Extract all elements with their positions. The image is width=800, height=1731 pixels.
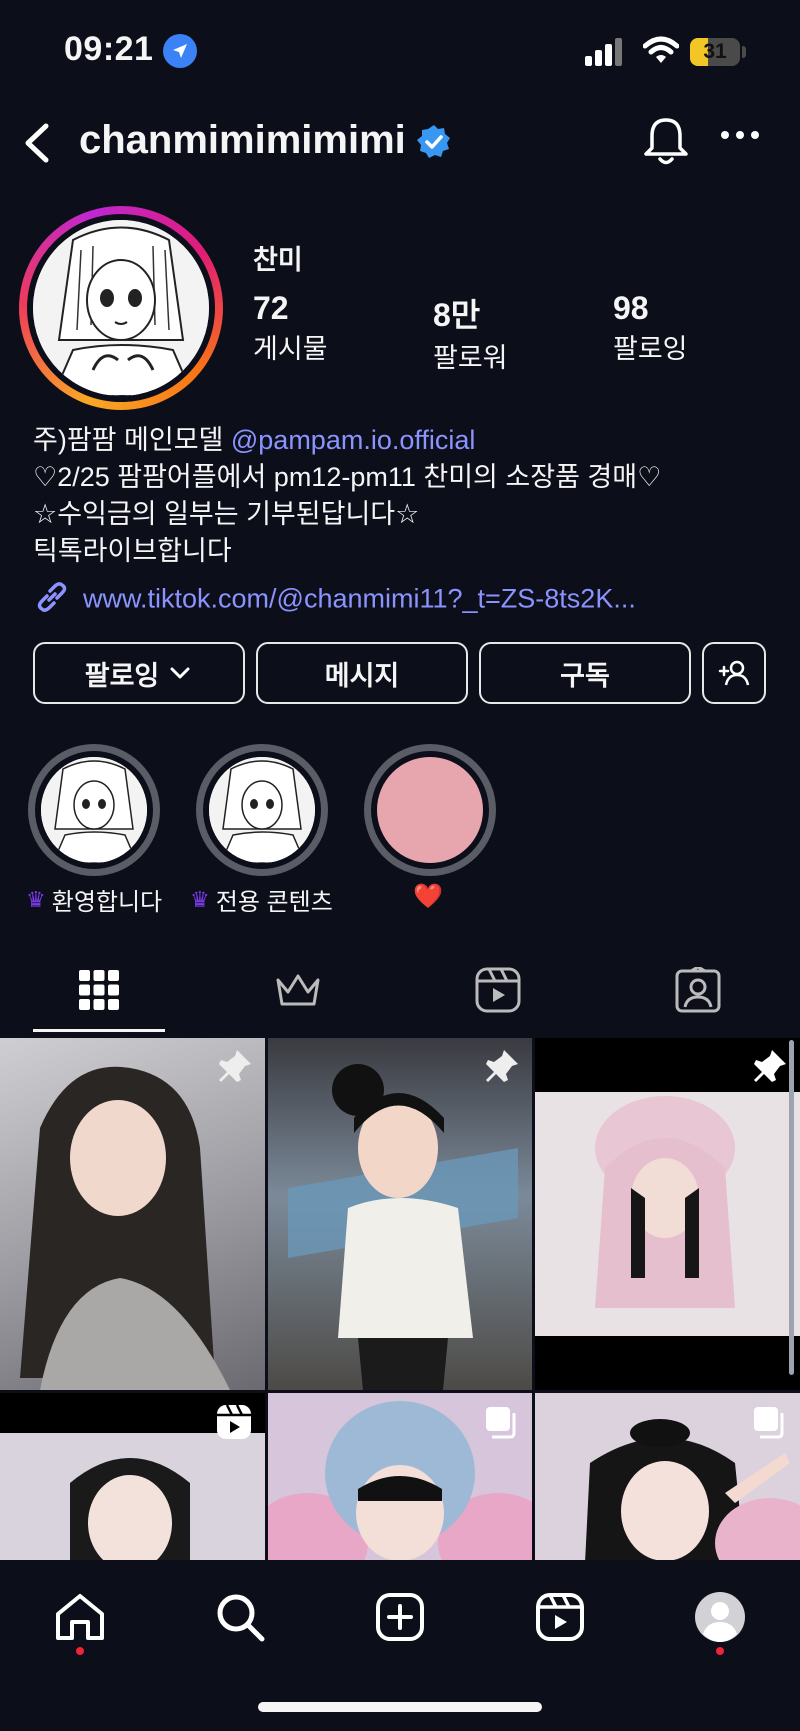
- highlight-label-2: ♛ 전용 콘텐츠: [190, 886, 333, 917]
- battery-level: 31: [703, 40, 727, 63]
- tab-posts[interactable]: [59, 960, 139, 1020]
- post-photo: [20, 1066, 230, 1390]
- bio-line-4: 틱톡라이브합니다: [33, 536, 232, 566]
- following-stat[interactable]: 98 팔로잉: [613, 290, 688, 366]
- subscribe-button-label: 구독: [560, 660, 610, 691]
- nav-home[interactable]: [48, 1585, 112, 1649]
- bio-line-3: ☆수익금의 일부는 기부된답니다☆: [33, 499, 420, 529]
- profile-username: chanmimimimimi: [79, 118, 406, 162]
- home-indicator[interactable]: [258, 1702, 542, 1712]
- highlight-cover-3[interactable]: [377, 757, 483, 863]
- posts-label: 게시물: [253, 334, 328, 364]
- reels-icon: [536, 1593, 584, 1641]
- pin-icon: [754, 1050, 786, 1082]
- battery-tip: [742, 46, 746, 58]
- posts-count: 72: [253, 290, 289, 326]
- display-name: 찬미: [253, 245, 303, 275]
- post-photo: [288, 1064, 518, 1390]
- status-time: 09:21: [64, 30, 154, 68]
- post-thumbnail[interactable]: [0, 1038, 265, 1390]
- wifi-icon: [642, 36, 680, 71]
- chevron-down-icon: [170, 667, 190, 679]
- message-button-label: 메시지: [324, 660, 400, 691]
- bio-mention-link[interactable]: @pampam.io.official: [231, 425, 476, 455]
- nav-reels[interactable]: [528, 1585, 592, 1649]
- following-label: 팔로잉: [613, 334, 688, 364]
- link-text: www.tiktok.com/@chanmimi11?_t=ZS-8ts2K..…: [83, 583, 636, 614]
- location-arrow-icon: [163, 34, 197, 68]
- nav-profile[interactable]: [688, 1585, 752, 1649]
- profile-notification-dot: [716, 1647, 724, 1655]
- crown-icon: [276, 974, 320, 1006]
- followers-label: 팔로워: [433, 343, 508, 373]
- post-photo: [535, 1092, 800, 1336]
- suggested-users-button[interactable]: [702, 642, 766, 704]
- posts-stat[interactable]: 72 게시물: [253, 290, 328, 366]
- followers-count: 8만: [433, 297, 481, 333]
- verified-badge-icon: [416, 124, 452, 165]
- post-thumbnail[interactable]: [268, 1393, 532, 1563]
- carousel-icon: [754, 1407, 784, 1439]
- message-button[interactable]: 메시지: [256, 642, 468, 704]
- bell-icon: [644, 118, 688, 165]
- profile-avatar-icon: [695, 1592, 745, 1642]
- following-button-label: 팔로잉: [84, 660, 160, 691]
- highlight-cover-1[interactable]: [41, 757, 147, 863]
- add-post-icon: [376, 1593, 424, 1641]
- notification-bell-button[interactable]: [640, 114, 692, 173]
- post-thumbnail[interactable]: [535, 1038, 800, 1390]
- bio-line-2: ♡2/25 팜팜어플에서 pm12-pm11 찬미의 소장품 경매♡: [33, 462, 662, 492]
- reels-icon: [475, 967, 521, 1013]
- active-tab-indicator: [33, 1029, 165, 1032]
- post-thumbnail[interactable]: [535, 1393, 800, 1563]
- tab-reels[interactable]: [458, 960, 538, 1020]
- post-thumbnail[interactable]: [0, 1393, 265, 1563]
- home-notification-dot: [76, 1647, 84, 1655]
- followers-stat[interactable]: 8만 팔로워: [433, 290, 508, 375]
- battery-icon: 31: [690, 38, 740, 66]
- home-icon: [56, 1594, 104, 1640]
- link-icon: [33, 578, 71, 623]
- bio: 주)팜팜 메인모델 @pampam.io.official ♡2/25 팜팜어플…: [33, 422, 773, 570]
- crown-icon: ♛: [190, 886, 210, 912]
- avatar[interactable]: [33, 220, 209, 396]
- following-button[interactable]: 팔로잉: [33, 642, 245, 704]
- external-link[interactable]: www.tiktok.com/@chanmimi11?_t=ZS-8ts2K..…: [33, 578, 636, 623]
- subscribe-button[interactable]: 구독: [479, 642, 691, 704]
- ellipsis-icon: [721, 131, 759, 139]
- nav-search[interactable]: [208, 1585, 272, 1649]
- tagged-icon: [675, 967, 721, 1013]
- highlight-label-3: ❤️: [413, 883, 443, 910]
- post-thumbnail[interactable]: [268, 1038, 532, 1390]
- following-count: 98: [613, 290, 649, 326]
- highlight-cover-2[interactable]: [209, 757, 315, 863]
- tab-exclusive[interactable]: [258, 960, 338, 1020]
- back-button[interactable]: [14, 118, 64, 168]
- search-icon: [217, 1594, 265, 1642]
- pin-icon: [486, 1050, 518, 1082]
- scrollbar[interactable]: [789, 1040, 794, 1375]
- tab-tagged[interactable]: [658, 960, 738, 1020]
- pin-icon: [219, 1050, 251, 1082]
- nav-create[interactable]: [368, 1585, 432, 1649]
- more-options-button[interactable]: [720, 127, 760, 145]
- reel-badge-icon: [217, 1404, 251, 1439]
- chevron-left-icon: [25, 123, 49, 163]
- add-person-icon: [718, 660, 750, 686]
- carousel-icon: [486, 1407, 516, 1439]
- cellular-signal-icon: [583, 38, 627, 71]
- bio-line-1: 주)팜팜 메인모델: [33, 425, 231, 455]
- highlight-label-1: ♛ 환영합니다: [26, 886, 163, 917]
- crown-icon: ♛: [26, 886, 46, 912]
- grid-icon: [79, 970, 119, 1010]
